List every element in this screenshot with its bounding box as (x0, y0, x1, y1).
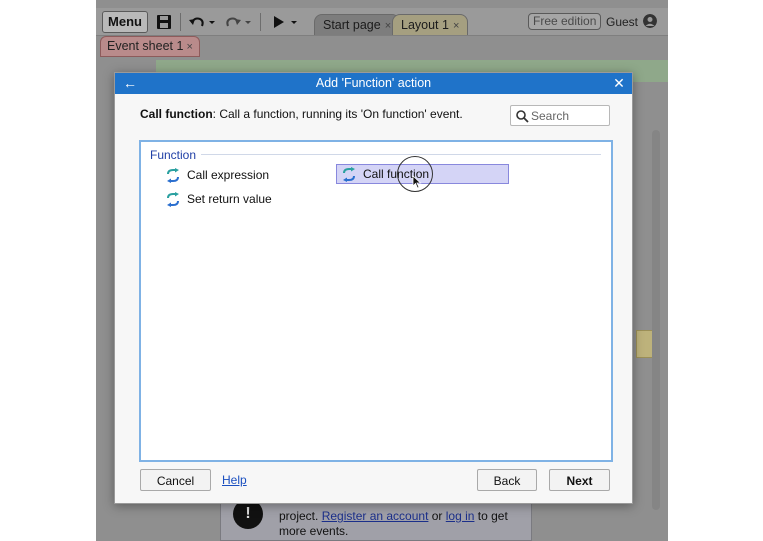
login-link[interactable]: log in (446, 509, 475, 523)
search-box[interactable] (510, 105, 610, 126)
search-icon (516, 110, 529, 123)
chevron-down-icon[interactable] (290, 13, 298, 31)
action-list: Function Call expression Call function S… (139, 140, 613, 462)
chevron-down-icon[interactable] (208, 13, 216, 31)
dialog-title-bar: Add 'Function' action ← ✕ (115, 73, 632, 94)
user-name[interactable]: Guest (606, 14, 638, 30)
info-text-part: project. (279, 509, 322, 523)
function-icon (343, 167, 355, 182)
action-name: Call function (140, 107, 213, 121)
top-toolbar: Menu Start page × Layout 1 × Free edition … (96, 8, 668, 36)
scrollbar[interactable] (652, 130, 660, 510)
search-input[interactable] (529, 107, 607, 124)
toolbar-separator (260, 13, 261, 31)
tab-start-page[interactable]: Start page × (314, 14, 401, 35)
action-description-text: : Call a function, running its 'On funct… (212, 107, 463, 121)
add-action-dialog: Add 'Function' action ← ✕ Call function:… (114, 72, 633, 504)
register-link[interactable]: Register an account (322, 509, 429, 523)
close-icon[interactable]: × (186, 41, 192, 53)
tab-event-sheet-1[interactable]: Event sheet 1 × (100, 36, 200, 57)
info-text-part: or (428, 509, 446, 523)
undo-icon[interactable] (188, 13, 206, 31)
close-icon[interactable]: ✕ (612, 73, 626, 94)
tab-layout-1[interactable]: Layout 1 × (392, 14, 469, 35)
action-label: Set return value (187, 192, 272, 206)
info-text: project. Register an account or log in t… (279, 509, 529, 539)
play-icon[interactable] (272, 13, 286, 31)
tab-label: Start page (323, 18, 381, 32)
action-label: Call function (363, 167, 430, 181)
function-icon (167, 192, 179, 207)
action-set-return-value[interactable]: Set return value (166, 190, 316, 209)
close-icon[interactable]: × (385, 20, 391, 32)
save-icon[interactable] (156, 13, 172, 31)
function-icon (167, 168, 179, 183)
info-panel: ! project. Register an account or log in… (220, 499, 532, 541)
dialog-title: Add 'Function' action (315, 76, 432, 90)
close-icon[interactable]: × (453, 20, 459, 32)
category-label: Function (150, 148, 197, 162)
toolbar-separator (180, 13, 181, 31)
cancel-button[interactable]: Cancel (140, 469, 211, 491)
menu-button[interactable]: Menu (102, 11, 148, 33)
help-link[interactable]: Help (222, 473, 247, 487)
back-arrow-icon[interactable]: ← (122, 73, 138, 94)
action-call-expression[interactable]: Call expression (166, 166, 316, 185)
next-button[interactable]: Next (549, 469, 610, 491)
category-divider (201, 154, 601, 155)
action-description: Call function: Call a function, running … (140, 107, 463, 121)
action-call-function[interactable]: Call function (336, 164, 509, 184)
tab-label: Layout 1 (401, 18, 449, 32)
back-button[interactable]: Back (477, 469, 537, 491)
free-edition-badge[interactable]: Free edition (528, 13, 602, 30)
chevron-down-icon[interactable] (244, 13, 252, 31)
user-avatar-icon[interactable] (643, 14, 657, 28)
redo-icon[interactable] (224, 13, 242, 31)
tab-label: Event sheet 1 (107, 39, 184, 53)
action-label: Call expression (187, 168, 270, 182)
